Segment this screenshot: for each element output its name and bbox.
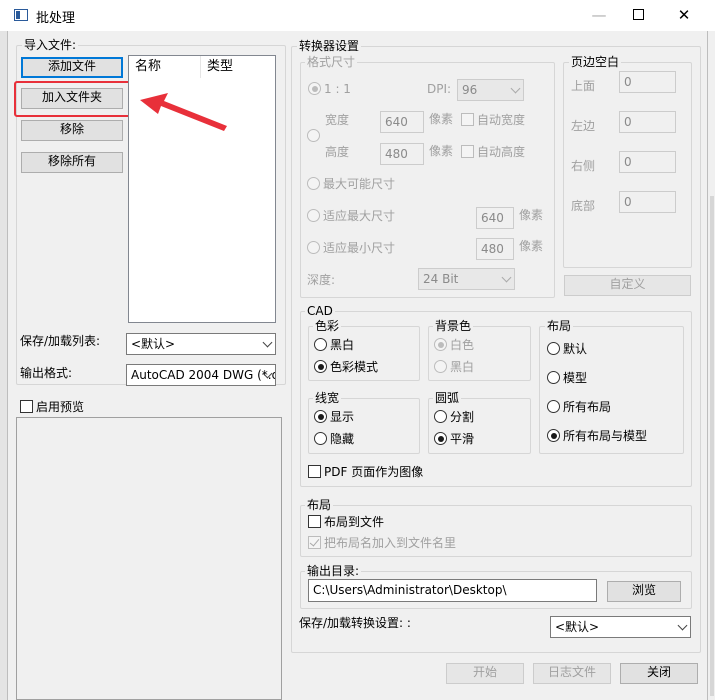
annotation-arrow xyxy=(140,93,227,131)
annotation-arrow-shape xyxy=(140,93,227,131)
